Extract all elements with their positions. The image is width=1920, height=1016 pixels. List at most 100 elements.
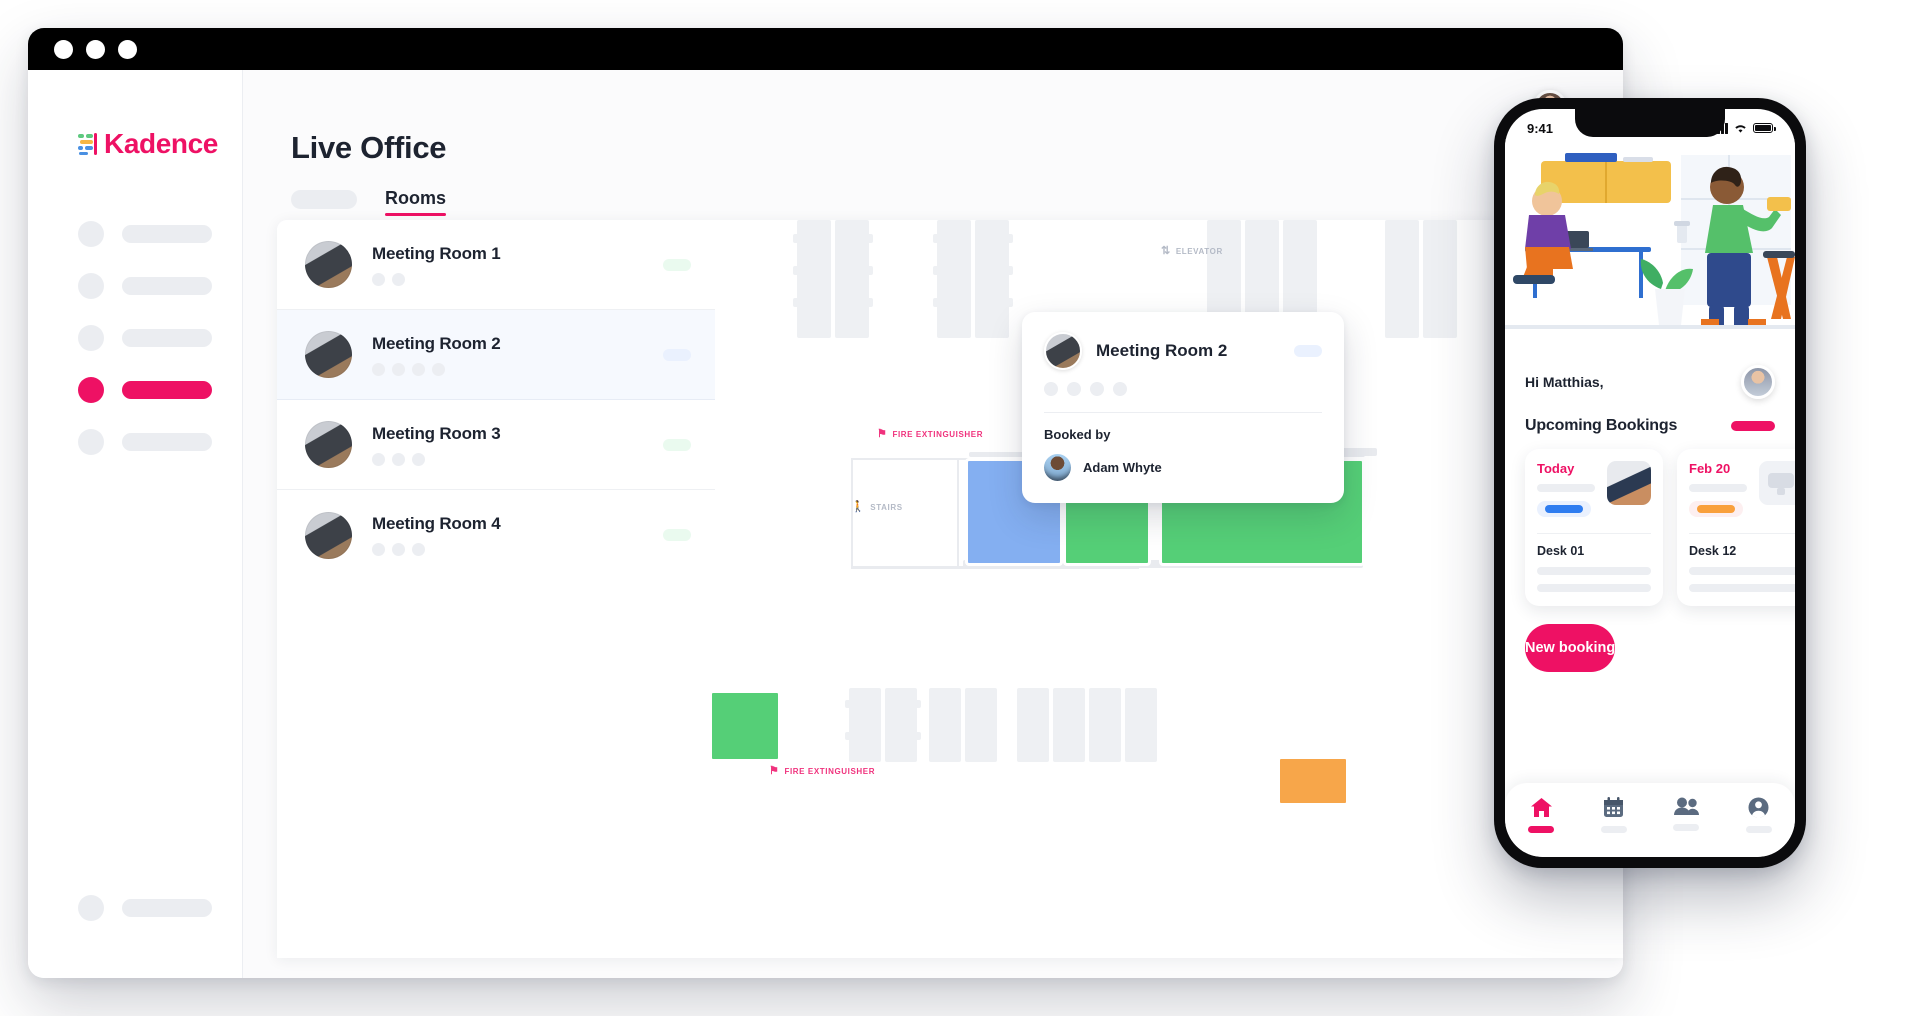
floorplan-room-available-3[interactable] — [709, 690, 781, 762]
sidebar-item-4-label — [122, 381, 212, 399]
sidebar-item-bottom[interactable] — [28, 882, 242, 934]
tab-profile[interactable] — [1730, 797, 1788, 833]
profile-icon — [1748, 797, 1769, 818]
sidebar-item-3[interactable] — [28, 312, 242, 364]
floorplan-label-fire-1: ⚑ FIRE EXTINGUISHER — [877, 428, 984, 440]
sidebar-item-bottom-label — [122, 899, 212, 917]
room-list-item[interactable]: Meeting Room 3 — [277, 400, 715, 490]
room-name: Meeting Room 3 — [372, 423, 501, 443]
booking-detail-placeholder — [1689, 584, 1795, 592]
booking-desk-name: Desk 12 — [1689, 544, 1737, 558]
sidebar-item-5[interactable] — [28, 416, 242, 468]
status-indicator — [1545, 505, 1583, 513]
phone-tab-bar — [1505, 783, 1795, 857]
window-minimize-dot[interactable] — [86, 39, 105, 59]
status-time: 9:41 — [1527, 120, 1554, 136]
phone-mockup: 9:41 Hi Matthias, Upcoming Bookings Toda… — [1494, 98, 1806, 868]
sidebar-item-4-active[interactable] — [28, 364, 242, 416]
tab-profile-indicator — [1745, 826, 1772, 833]
fire-extinguisher-icon: ⚑ — [877, 428, 888, 440]
tab-people-indicator — [1673, 824, 1700, 831]
avatar[interactable] — [1741, 365, 1775, 399]
room-status-badge — [663, 529, 691, 541]
floorplan-room-pending[interactable] — [1277, 756, 1349, 806]
tab-calendar[interactable] — [1585, 797, 1643, 833]
booking-time-placeholder — [1537, 484, 1595, 492]
brand-name: Kadence — [104, 128, 218, 159]
room-list: Meeting Room 1 Meeting Room 2 Meeting Ro… — [277, 220, 715, 580]
tab-home[interactable] — [1512, 797, 1570, 833]
browser-window: Kadence Live Office Rooms ⇅ ELEVATOR 🚶 S… — [28, 28, 1623, 978]
sidebar-item-4-icon — [78, 377, 104, 403]
fire-extinguisher-icon: ⚑ — [769, 765, 780, 777]
booking-time-placeholder — [1689, 484, 1747, 492]
popup-header: Meeting Room 2 — [1044, 332, 1322, 370]
booking-card[interactable]: Feb 20 Desk 12 — [1677, 449, 1795, 606]
sidebar: Kadence — [28, 70, 243, 978]
sidebar-item-5-label — [122, 433, 212, 451]
sidebar-item-1[interactable] — [28, 208, 242, 260]
home-icon — [1530, 798, 1552, 817]
greeting-row: Hi Matthias, — [1525, 365, 1775, 399]
room-status-badge — [663, 348, 691, 361]
browser-body: Kadence Live Office Rooms ⇅ ELEVATOR 🚶 S… — [28, 70, 1623, 978]
sidebar-bottom — [28, 882, 242, 934]
room-name: Meeting Room 4 — [372, 514, 501, 533]
window-close-dot[interactable] — [54, 39, 73, 59]
phone-body: Hi Matthias, Upcoming Bookings Today Des… — [1505, 365, 1795, 606]
card-divider — [1689, 533, 1795, 534]
room-list-item[interactable]: Meeting Room 2 — [277, 310, 715, 400]
booking-status-badge — [1689, 501, 1743, 517]
sidebar-nav — [28, 208, 242, 468]
upcoming-bookings-header: Upcoming Bookings — [1525, 417, 1775, 435]
booking-detail-placeholder — [1537, 567, 1651, 575]
person-name: Adam Whyte — [1083, 459, 1162, 475]
card-divider — [1537, 533, 1651, 534]
sidebar-item-2[interactable] — [28, 260, 242, 312]
popup-room-name: Meeting Room 2 — [1096, 341, 1228, 360]
sidebar-item-3-label — [122, 329, 212, 347]
see-all-placeholder[interactable] — [1731, 421, 1775, 431]
popup-divider — [1044, 412, 1322, 413]
booking-card[interactable]: Today Desk 01 — [1525, 449, 1663, 606]
wifi-icon — [1735, 124, 1746, 133]
browser-titlebar — [28, 28, 1623, 70]
booking-detail-placeholder — [1537, 584, 1651, 592]
hero-illustration — [1505, 139, 1795, 351]
floorplan-label-fire-2: ⚑ FIRE EXTINGUISHER — [769, 765, 876, 777]
sidebar-item-2-label — [122, 277, 212, 295]
room-amenity-dots — [372, 362, 643, 376]
booking-date: Feb 20 — [1689, 461, 1731, 476]
room-name: Meeting Room 2 — [372, 333, 501, 353]
elevator-icon: ⇅ — [1161, 245, 1171, 257]
status-indicator — [1697, 505, 1735, 513]
room-list-item[interactable]: Meeting Room 1 — [277, 220, 715, 310]
screenshot-stage: Kadence Live Office Rooms ⇅ ELEVATOR 🚶 S… — [0, 0, 1920, 1016]
tab-rooms[interactable]: Rooms — [385, 188, 447, 216]
room-amenity-dots — [372, 543, 643, 556]
sidebar-item-1-label — [122, 225, 212, 243]
sidebar-item-3-icon — [78, 325, 104, 351]
window-maximize-dot[interactable] — [118, 39, 137, 59]
sidebar-item-2-icon — [78, 273, 104, 299]
new-booking-button[interactable]: New booking — [1525, 624, 1616, 672]
booking-thumbnail — [1607, 461, 1651, 505]
greeting-text: Hi Matthias, — [1525, 374, 1604, 390]
calendar-icon — [1604, 797, 1624, 817]
tab-desks-placeholder[interactable] — [291, 190, 357, 209]
booked-by-label: Booked by — [1044, 427, 1111, 442]
popup-room-thumbnail — [1044, 332, 1082, 370]
tab-bar: Rooms — [243, 166, 1623, 216]
popup-amenity-dots — [1044, 382, 1322, 396]
booking-desk-name: Desk 01 — [1537, 544, 1585, 558]
popup-status-badge — [1294, 345, 1322, 357]
brand-logo[interactable]: Kadence — [28, 122, 242, 166]
booking-thumbnail — [1759, 461, 1795, 505]
booked-by-person[interactable]: Adam Whyte — [1044, 454, 1322, 481]
tab-calendar-indicator — [1600, 826, 1627, 833]
room-thumbnail — [305, 331, 352, 378]
tab-people[interactable] — [1657, 797, 1715, 831]
room-list-item[interactable]: Meeting Room 4 — [277, 490, 715, 580]
kadence-logo-icon — [78, 133, 97, 156]
page-title: Live Office — [291, 130, 447, 165]
